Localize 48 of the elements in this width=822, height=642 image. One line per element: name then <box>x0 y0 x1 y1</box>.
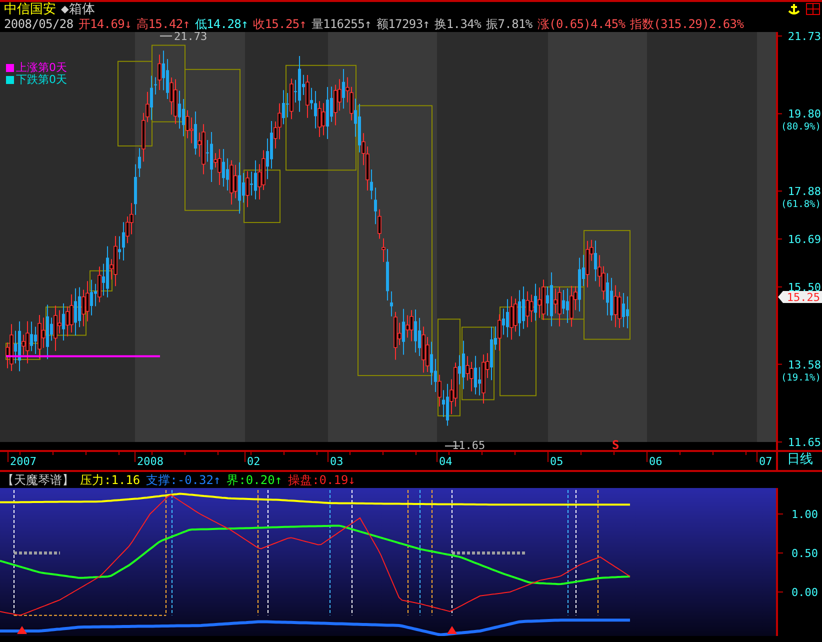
quote-date: 2008/05/28 <box>4 17 74 32</box>
indicator-readout: 界:0.20↑ <box>226 472 282 488</box>
price-label: 21.73 <box>788 32 821 43</box>
legend-item: 下跌第0天 <box>6 74 67 86</box>
quote-value: 量116255↑ <box>311 17 372 32</box>
quote-value: 开14.69↓ <box>78 17 132 32</box>
indicator-title: 【天魔琴谱】 <box>2 472 74 488</box>
time-label: 07 <box>759 455 772 466</box>
signal-mark: S <box>612 438 620 450</box>
price-label: 17.88 <box>788 185 821 198</box>
indicator-axis-label: 0.00 <box>792 586 818 599</box>
current-price-tag: 15.25 <box>778 291 822 304</box>
percent-label: (80.9%) <box>780 122 821 133</box>
percent-label: (61.8%) <box>780 199 821 210</box>
indicator-axis-label: 1.00 <box>792 508 818 521</box>
time-label: 06 <box>649 455 662 466</box>
triangle-icon <box>447 626 457 634</box>
price-label: 19.80 <box>788 108 821 121</box>
window-icon[interactable] <box>806 3 820 15</box>
time-label: 03 <box>330 455 344 466</box>
quote-value: 指数(315.29)2.63% <box>630 17 744 32</box>
indicator-axis-label: 0.50 <box>792 547 818 560</box>
stock-name: 中信国安 <box>4 2 56 17</box>
percent-label: (19.1%) <box>780 372 821 384</box>
quote-value: 低14.28↑ <box>194 17 248 32</box>
legend-item: 上涨第0天 <box>6 62 67 74</box>
price-label: 13.58 <box>788 358 821 372</box>
indicator-readout: 支撑:-0.32↑ <box>146 472 221 488</box>
quote-value: 额17293↑ <box>376 17 430 32</box>
quote-value: 换1.34% <box>434 17 482 32</box>
time-label: 05 <box>550 455 564 466</box>
time-label: 2007 <box>10 455 36 466</box>
indicator-readout: 压力:1.16 <box>80 472 140 488</box>
time-label: 02 <box>247 455 260 466</box>
indicator-readout: 操盘:0.19↓ <box>288 472 356 488</box>
quote-value: 振7.81% <box>486 17 532 32</box>
price-label: 15.50 <box>788 280 821 294</box>
quote-value: 涨(0.65)4.45% <box>537 17 626 32</box>
anchor-icon[interactable] <box>788 3 800 15</box>
chart-type: ◆箱体 <box>61 2 95 17</box>
price-label: 16.69 <box>788 233 821 246</box>
quote-value: 高15.42↑ <box>136 17 190 32</box>
triangle-icon <box>17 626 27 634</box>
price-label: 11.65 <box>788 436 821 449</box>
time-label: 04 <box>439 455 452 466</box>
quote-value: 收15.25↑ <box>253 17 306 32</box>
time-label: 2008 <box>137 455 164 466</box>
period-label[interactable]: 日线 <box>776 452 822 470</box>
